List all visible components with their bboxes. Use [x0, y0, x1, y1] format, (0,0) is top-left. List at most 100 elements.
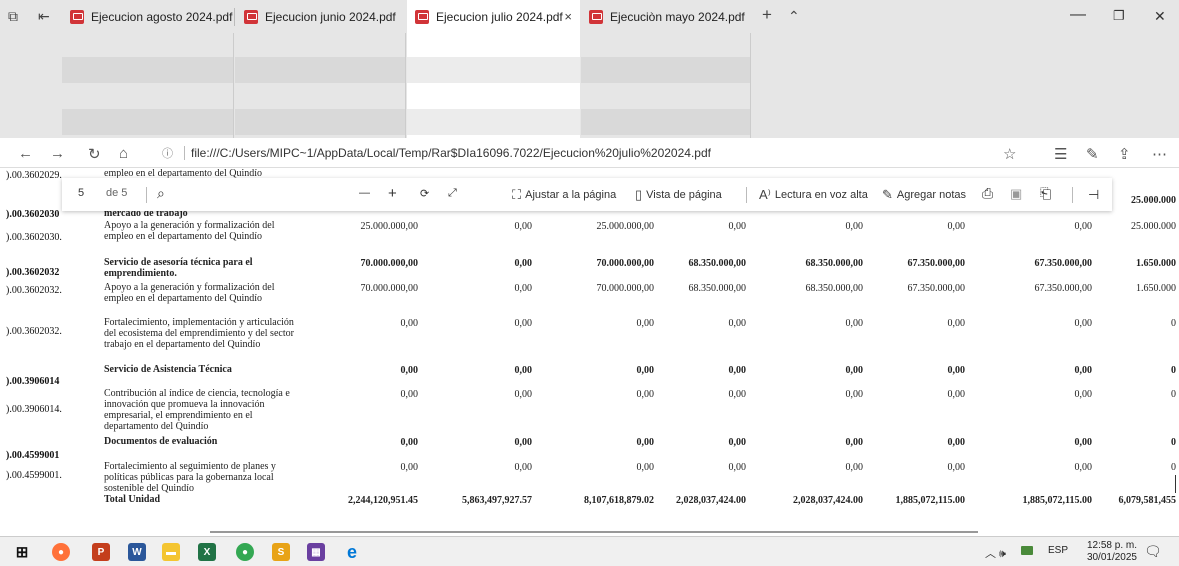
row-value: 1,885,072,115.00: [1022, 495, 1092, 506]
rotate-icon[interactable]: ⟳: [420, 187, 429, 200]
close-window-button[interactable]: ✕: [1154, 8, 1166, 25]
forward-icon[interactable]: →: [50, 145, 65, 162]
tab-preview[interactable]: [407, 33, 580, 138]
restore-button[interactable]: ❐: [1113, 8, 1125, 24]
row-code: ).00.4599001: [6, 450, 60, 461]
zoom-out-icon[interactable]: —: [359, 187, 370, 199]
battery-icon[interactable]: [1021, 546, 1033, 555]
back-icon[interactable]: ←: [18, 145, 33, 162]
row-value: 0,00: [947, 389, 966, 400]
windows-start-icon[interactable]: ⊞: [13, 543, 31, 561]
row-code: ).00.3906014: [6, 376, 60, 387]
row-value: 0,00: [636, 318, 655, 329]
row-value: 25.000.000: [1131, 221, 1176, 232]
firefox-icon[interactable]: ●: [52, 543, 70, 561]
address-bar[interactable]: ⓘ file:///C:/Users/MIPC~1/AppData/Local/…: [162, 142, 982, 164]
row-value: 25.000.000,00: [596, 221, 655, 232]
app-colorful-icon[interactable]: ▦: [307, 543, 325, 561]
clock[interactable]: 12:58 p. m. 30/01/2025: [1087, 540, 1137, 564]
fullscreen-icon[interactable]: ⤢: [448, 187, 457, 200]
row-value: 0: [1171, 462, 1176, 473]
minimize-button[interactable]: —: [1070, 6, 1086, 24]
share-icon[interactable]: ⇪: [1118, 145, 1131, 163]
horizontal-scrollbar[interactable]: [210, 531, 978, 533]
fit-page-icon: ⛶: [512, 187, 522, 202]
close-tab-icon[interactable]: ×: [564, 9, 572, 24]
pen-icon[interactable]: ✎: [1086, 145, 1099, 163]
tab-junio[interactable]: Ejecucion junio 2024.pdf: [236, 0, 406, 33]
pdf-icon: [589, 9, 603, 24]
word-icon[interactable]: W: [128, 543, 146, 561]
set-tabs-aside-icon[interactable]: ⇤: [38, 8, 50, 25]
tab-mayo[interactable]: Ejecuciòn mayo 2024.pdf: [581, 0, 751, 33]
tab-julio[interactable]: Ejecucion julio 2024.pdf ×: [407, 0, 580, 33]
tab-preview[interactable]: [62, 33, 234, 138]
url-text[interactable]: file:///C:/Users/MIPC~1/AppData/Local/Te…: [191, 146, 711, 160]
row-description: Servicio de Asistencia Técnica: [104, 364, 232, 375]
row-code: ).00.3602032: [6, 267, 60, 278]
chrome-icon[interactable]: ●: [236, 543, 254, 561]
save-icon[interactable]: ▣: [1010, 186, 1022, 202]
row-value: 67.350.000,00: [1034, 283, 1093, 294]
row-value: 0,00: [514, 258, 533, 269]
row-description: Fortalecimiento, implementación y articu…: [104, 317, 294, 350]
tab-preview[interactable]: [581, 33, 751, 138]
powerpoint-icon[interactable]: P: [92, 543, 110, 561]
page-view-icon: ▯: [635, 187, 643, 202]
row-value: 0,00: [728, 462, 747, 473]
row-description: Apoyo a la generación y formalización de…: [104, 220, 275, 242]
excel-icon[interactable]: X: [198, 543, 216, 561]
favorites-list-icon[interactable]: ☰: [1054, 145, 1067, 163]
page-view-button[interactable]: ▯ Vista de página: [635, 187, 722, 203]
row-value: 0,00: [947, 365, 966, 376]
row-value: 70.000.000,00: [360, 258, 419, 269]
more-icon[interactable]: ⋯: [1152, 145, 1167, 163]
row-value: 0: [1171, 365, 1176, 376]
app-s-icon[interactable]: S: [272, 543, 290, 561]
row-value: 68.350.000,00: [805, 258, 864, 269]
favorite-star-icon[interactable]: ☆: [1003, 145, 1016, 163]
pdf-icon: [244, 9, 258, 24]
add-notes-button[interactable]: ✎ Agregar notas: [882, 187, 966, 203]
row-value: 0,00: [947, 462, 966, 473]
row-value: 0,00: [400, 365, 419, 376]
row-value: 0,00: [514, 318, 533, 329]
page-number-input[interactable]: 5: [78, 187, 84, 199]
read-aloud-button[interactable]: A⁾ Lectura en voz alta: [759, 187, 868, 203]
zoom-in-icon[interactable]: +: [388, 185, 397, 202]
row-value: 0,00: [947, 318, 966, 329]
tab-label: Ejecucion agosto 2024.pdf: [91, 9, 233, 24]
row-value: 68.350.000,00: [688, 283, 747, 294]
tab-agosto[interactable]: Ejecucion agosto 2024.pdf: [62, 0, 234, 33]
pdf-page: ).00.3602029. empleo en el departamento d…: [0, 168, 1179, 513]
save-as-icon[interactable]: ⎗: [1040, 185, 1051, 202]
file-explorer-icon[interactable]: ▬: [162, 543, 180, 561]
edge-icon[interactable]: e: [343, 542, 361, 562]
tab-preview[interactable]: [235, 33, 406, 138]
tab-actions-icon[interactable]: ⧉: [8, 8, 18, 25]
print-icon[interactable]: ⎙: [982, 185, 993, 202]
row-value: 0,00: [400, 318, 419, 329]
tray-icons[interactable]: ︿ 🕪: [985, 545, 1006, 561]
clock-date: 30/01/2025: [1086, 552, 1137, 563]
search-icon[interactable]: ⌕: [157, 185, 165, 202]
row-value: 25.000.000: [1131, 195, 1176, 206]
home-icon[interactable]: ⌂: [119, 145, 128, 162]
notifications-icon[interactable]: 🗨: [1144, 543, 1162, 560]
row-value: 0,00: [728, 389, 747, 400]
row-value: 0,00: [636, 389, 655, 400]
row-description: Servicio de asesoría técnica para el emp…: [104, 257, 253, 279]
row-value: 6,079,581,455: [1118, 495, 1177, 506]
row-value: 0,00: [845, 389, 864, 400]
refresh-icon[interactable]: ↻: [88, 145, 101, 163]
language-indicator[interactable]: ESP: [1048, 545, 1068, 556]
fit-page-button[interactable]: ⛶ Ajustar a la página: [512, 187, 616, 203]
row-value: 0,00: [845, 318, 864, 329]
pdf-icon: [70, 9, 84, 24]
pin-toolbar-icon[interactable]: ⊣: [1088, 187, 1099, 203]
tab-preview-toggle-icon[interactable]: ⌃: [788, 8, 800, 25]
new-tab-button[interactable]: +: [762, 5, 772, 25]
row-code: ).00.3602032.: [6, 285, 62, 296]
row-value: 70.000.000,00: [360, 283, 419, 294]
row-code: ).00.3602029.: [6, 170, 62, 181]
